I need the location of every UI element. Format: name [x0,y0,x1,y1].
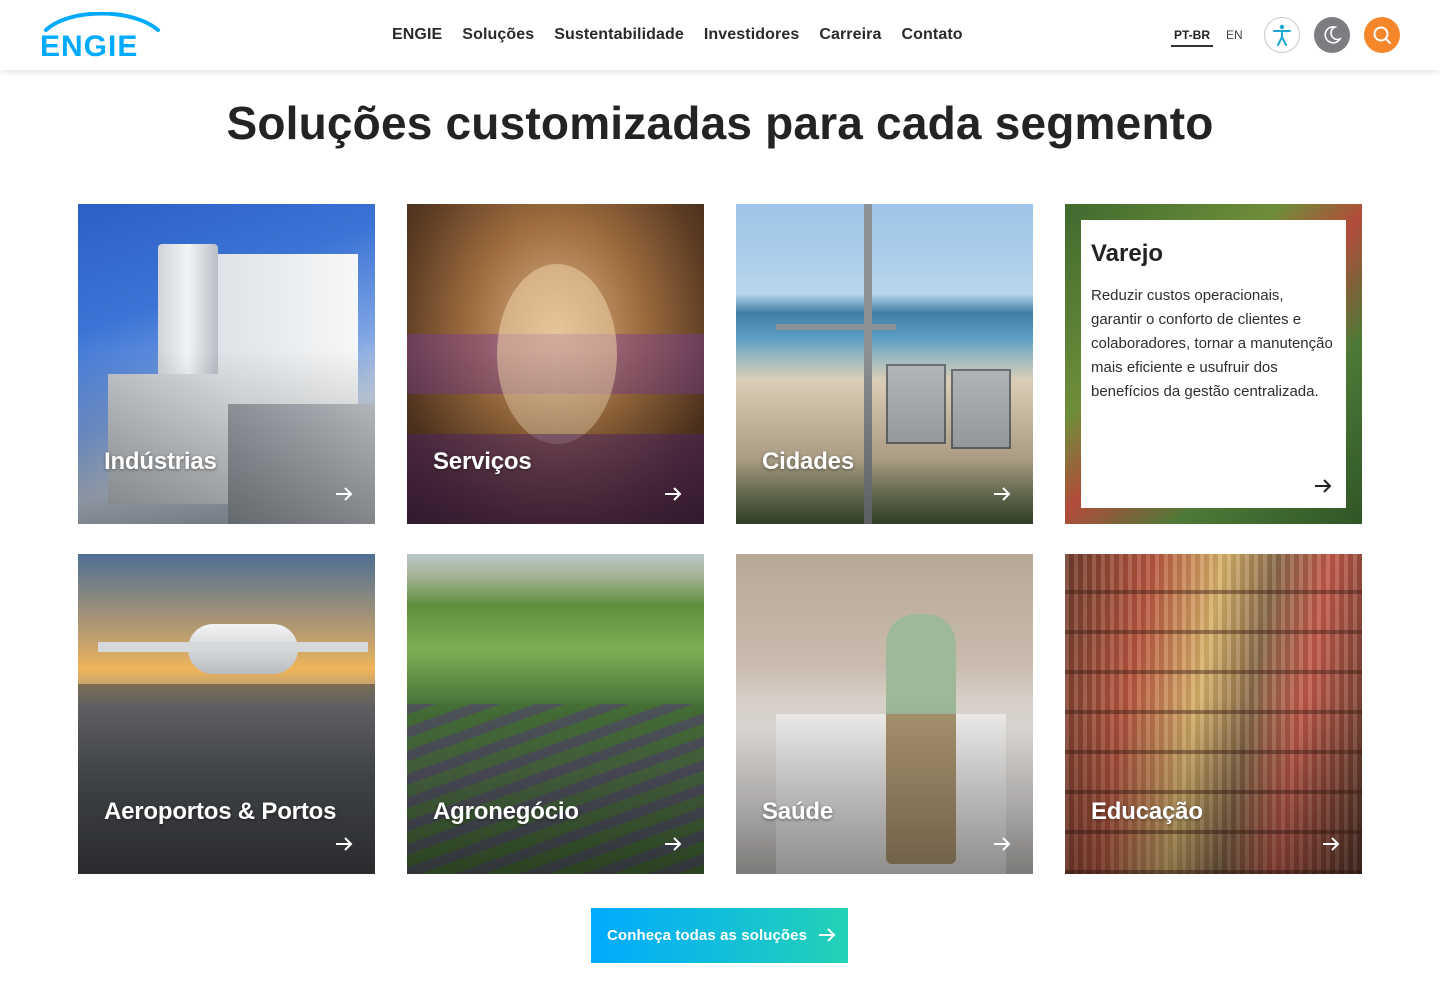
main-nav: ENGIE Soluções Sustentabilidade Investid… [392,0,963,70]
segment-card-educacao[interactable]: Educação [1065,554,1362,874]
segment-label: Cidades [762,448,854,475]
nav-item-carreira[interactable]: Carreira [819,26,881,44]
nav-item-engie[interactable]: ENGIE [392,26,442,44]
segment-label: Indústrias [104,448,217,475]
search-icon [1373,26,1391,44]
arrow-right-icon [665,837,682,851]
arrow-right-icon [994,487,1011,501]
segment-card-varejo[interactable]: Varejo Reduzir custos operacionais, gara… [1065,204,1362,524]
site-header: ENGIE ENGIE Soluções Sustentabilidade In… [0,0,1440,70]
segment-label: Varejo [1091,240,1164,267]
nav-item-contato[interactable]: Contato [902,26,963,44]
arrow-right-icon [336,487,353,501]
logo-wordmark: ENGIE [40,30,138,60]
engie-logo[interactable]: ENGIE [40,12,162,60]
card-shade [407,554,704,874]
dark-mode-button[interactable] [1314,17,1350,53]
card-shade [1065,554,1362,874]
segment-card-servicos[interactable]: Serviços [407,204,704,524]
moon-icon [1324,26,1342,44]
accessibility-button[interactable] [1264,17,1300,53]
lang-ptbr[interactable]: PT-BR [1171,26,1213,47]
arrow-right-icon [994,837,1011,851]
card-shade [736,554,1033,874]
arrow-right-icon [336,837,353,851]
card-shade [407,204,704,524]
segment-label: Agronegócio [433,798,579,825]
card-shade [736,204,1033,524]
arrow-right-icon[interactable] [1313,476,1333,496]
nav-item-solucoes[interactable]: Soluções [462,26,534,44]
nav-item-investidores[interactable]: Investidores [704,26,799,44]
engie-logo-graphic: ENGIE [40,12,160,60]
segment-card-cidades[interactable]: Cidades [736,204,1033,524]
segment-description: Reduzir custos operacionais, garantir o … [1091,287,1333,400]
arrow-right-icon [665,487,682,501]
card-shade [78,204,375,524]
arrow-right-icon [1323,837,1340,851]
segment-card-agronegocio[interactable]: Agronegócio [407,554,704,874]
search-button[interactable] [1364,17,1400,53]
segment-label: Educação [1091,798,1203,825]
language-switcher: PT-BR EN [1171,26,1246,47]
all-solutions-button[interactable]: Conheça todas as soluções [591,908,848,963]
arrow-right-icon [819,928,836,942]
segment-card-aeroportos-portos[interactable]: Aeroportos & Portos [78,554,375,874]
lang-en[interactable]: EN [1223,26,1246,45]
segment-detail-panel: Varejo Reduzir custos operacionais, gara… [1081,220,1346,508]
nav-item-sustentabilidade[interactable]: Sustentabilidade [554,26,684,44]
segment-label: Serviços [433,448,532,475]
cta-label: Conheça todas as soluções [607,927,808,944]
segment-label: Saúde [762,798,834,825]
card-shade [78,554,375,874]
page-title: Soluções customizadas para cada segmento [226,97,1214,149]
segment-card-industrias[interactable]: Indústrias [78,204,375,524]
accessibility-icon [1273,24,1291,46]
segment-label: Aeroportos & Portos [104,798,337,825]
segment-card-saude[interactable]: Saúde [736,554,1033,874]
